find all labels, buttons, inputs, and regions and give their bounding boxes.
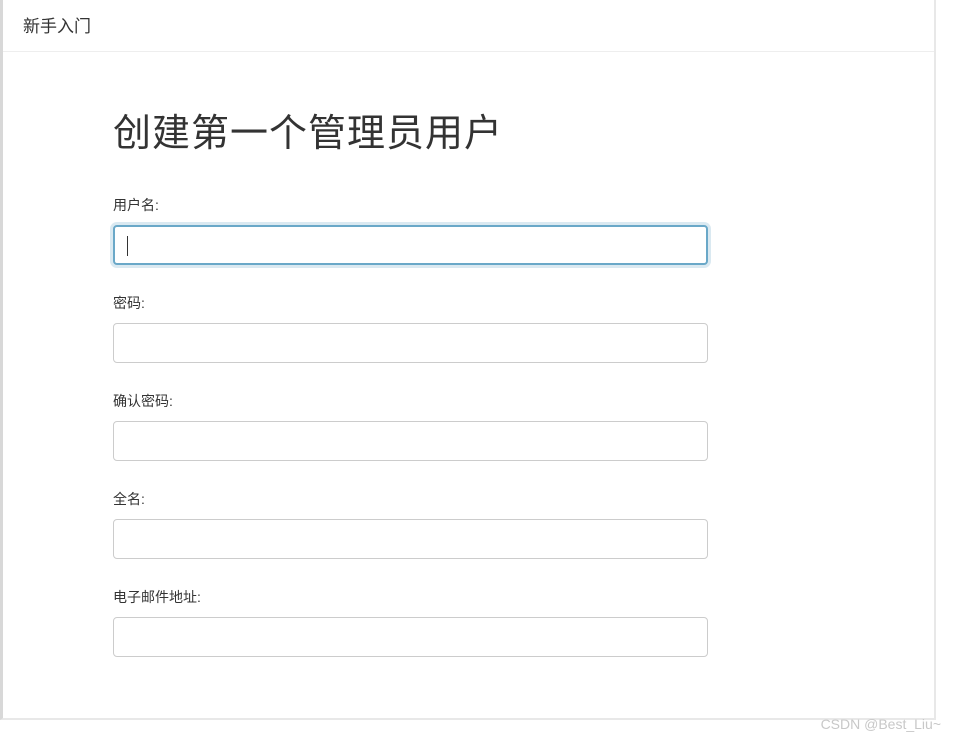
form-group-fullname: 全名:: [113, 489, 824, 559]
confirm-password-label: 确认密码:: [113, 391, 824, 411]
form-group-email: 电子邮件地址:: [113, 587, 824, 657]
username-input-wrap: [113, 225, 824, 265]
page-title: 创建第一个管理员用户: [113, 102, 824, 157]
form-group-username: 用户名:: [113, 195, 824, 265]
form-group-confirm-password: 确认密码:: [113, 391, 824, 461]
header-title: 新手入门: [23, 17, 91, 36]
username-input[interactable]: [113, 225, 708, 265]
window-frame: 新手入门 创建第一个管理员用户 用户名: 密码: 确认密码: 全名: 电子邮件地…: [0, 0, 936, 720]
password-input[interactable]: [113, 323, 708, 363]
confirm-password-input[interactable]: [113, 421, 708, 461]
content-area: 创建第一个管理员用户 用户名: 密码: 确认密码: 全名: 电子邮件地址:: [3, 52, 934, 657]
email-label: 电子邮件地址:: [113, 587, 824, 607]
username-label: 用户名:: [113, 195, 824, 215]
fullname-label: 全名:: [113, 489, 824, 509]
form-group-password: 密码:: [113, 293, 824, 363]
watermark: CSDN @Best_Liu~: [821, 716, 941, 732]
text-cursor: [127, 236, 128, 256]
fullname-input[interactable]: [113, 519, 708, 559]
password-label: 密码:: [113, 293, 824, 313]
header-bar: 新手入门: [3, 0, 934, 52]
email-input[interactable]: [113, 617, 708, 657]
